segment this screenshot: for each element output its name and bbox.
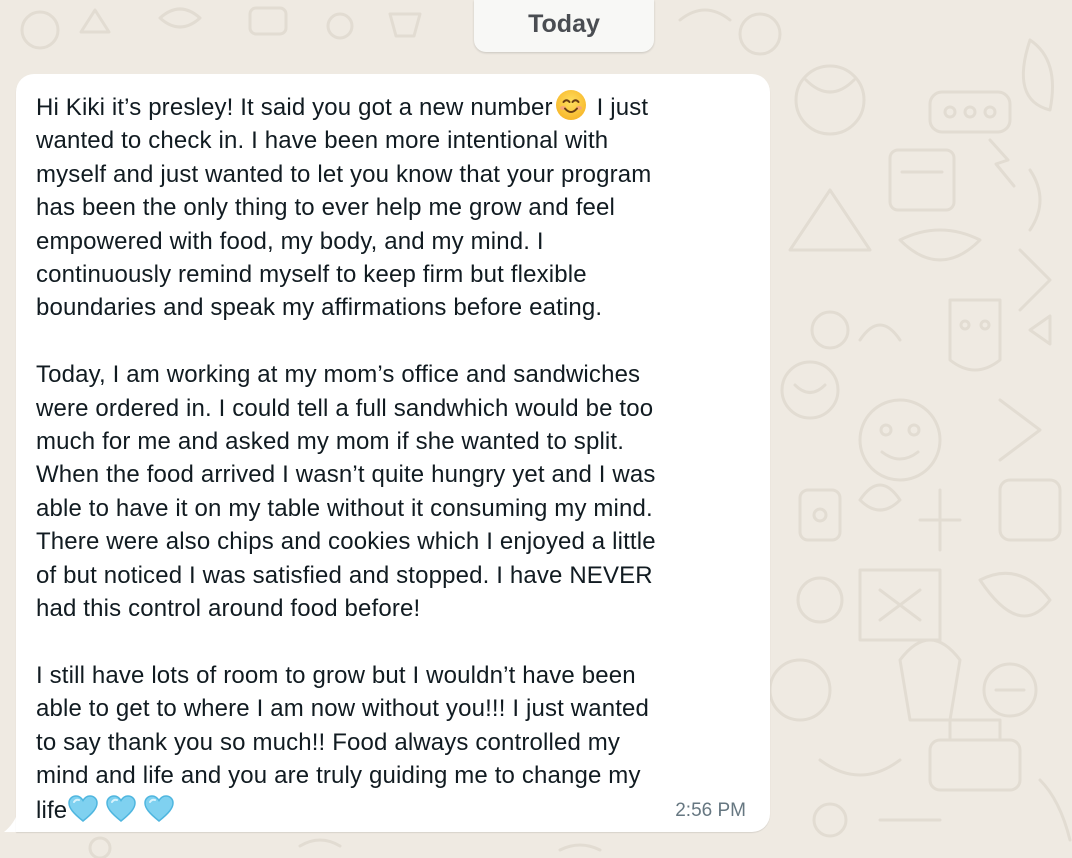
message-line: continuously remind myself to keep firm …	[36, 261, 587, 289]
message-line: has been the only thing to ever help me …	[36, 194, 615, 222]
message-text: Hi Kiki it’s presley! It said you got a …	[36, 89, 752, 827]
message-line: had this control around food before!	[36, 595, 421, 623]
message-line: able to get to where I am now without yo…	[36, 695, 650, 723]
light-blue-heart-icon	[67, 793, 99, 825]
message-line: boundaries and speak my affirmations bef…	[36, 294, 603, 322]
incoming-message-bubble[interactable]: Hi Kiki it’s presley! It said you got a …	[16, 74, 770, 832]
message-line: When the food arrived I wasn’t quite hun…	[36, 461, 656, 489]
message-line: mind and life and you are truly guiding …	[36, 762, 641, 790]
light-blue-heart-icon	[105, 793, 137, 825]
message-timestamp: 2:56 PM	[675, 800, 746, 821]
message-line: empowered with food, my body, and my min…	[36, 227, 544, 255]
paragraph-break	[36, 625, 752, 658]
message-line: wanted to check in. I have been more int…	[36, 127, 609, 155]
paragraph-break	[36, 325, 752, 358]
message-line: were ordered in. I could tell a full san…	[36, 394, 654, 422]
message-line: to say thank you so much!! Food always c…	[36, 728, 621, 756]
message-line: Today, I am working at my mom’s office a…	[36, 361, 641, 389]
message-line: life	[36, 793, 752, 827]
message-line: myself and just wanted to let you know t…	[36, 160, 652, 188]
message-line: much for me and asked my mom if she want…	[36, 428, 625, 456]
message-line: Hi Kiki it’s presley! It said you got a …	[36, 89, 752, 124]
message-line: I still have lots of room to grow but I …	[36, 661, 636, 689]
message-line: There were also chips and cookies which …	[36, 528, 656, 556]
message-line: of but noticed I was satisfied and stopp…	[36, 561, 653, 589]
light-blue-heart-icon	[143, 793, 175, 825]
message-line: able to have it on my table without it c…	[36, 494, 653, 522]
smiling-face-icon	[555, 89, 587, 121]
date-separator-chip: Today	[474, 0, 654, 52]
